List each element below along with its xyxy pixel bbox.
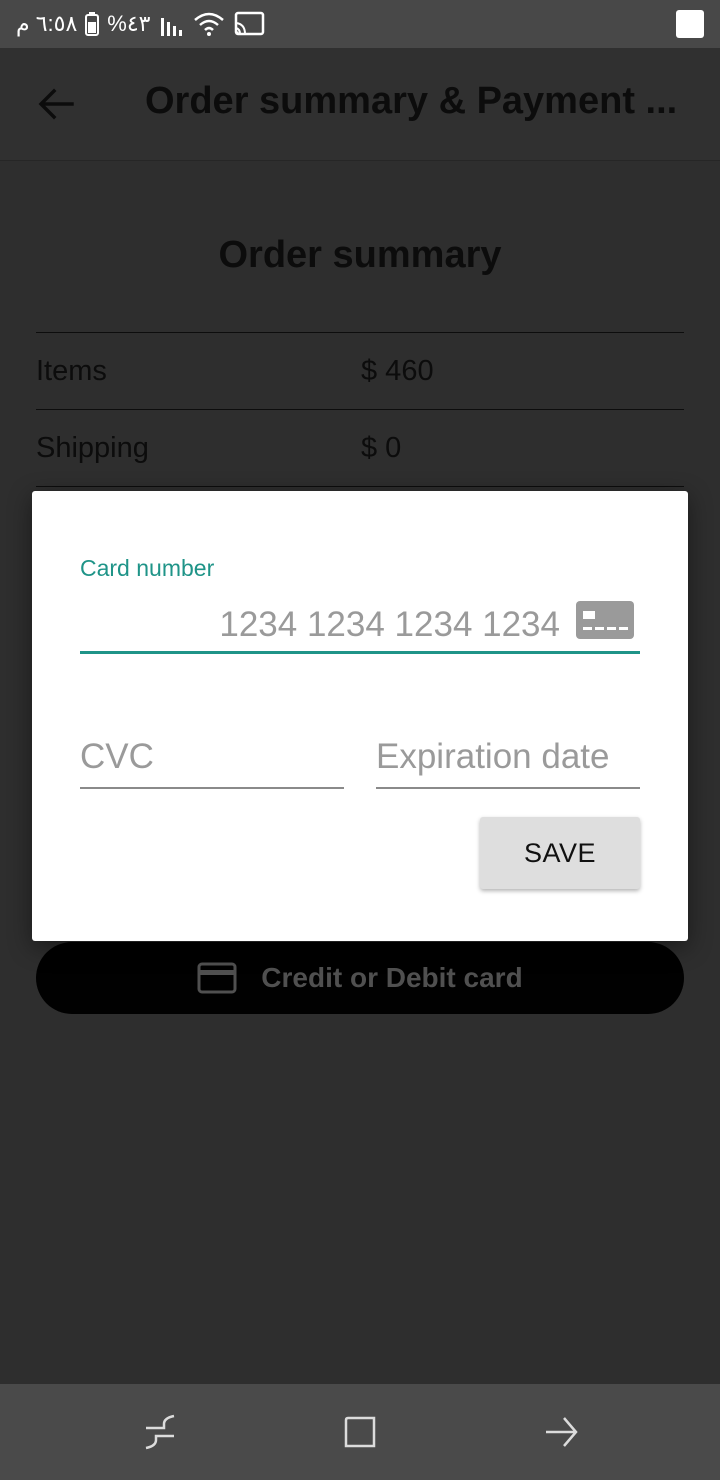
home-icon bbox=[344, 1416, 376, 1448]
recent-apps-icon bbox=[145, 1414, 175, 1450]
summary-row-items: Items $ 460 bbox=[36, 332, 684, 409]
card-number-input[interactable]: 1234 1234 1234 1234 bbox=[80, 595, 640, 654]
status-bar: ٦:٥٨ م %٤٣ bbox=[0, 0, 720, 48]
battery-icon bbox=[85, 12, 100, 36]
summary-row-shipping: Shipping $ 0 bbox=[36, 409, 684, 487]
card-entry-dialog: Card number 1234 1234 1234 1234 CVC Expi… bbox=[32, 491, 688, 941]
summary-row-value: $ 0 bbox=[361, 432, 402, 464]
save-button[interactable]: SAVE bbox=[480, 817, 640, 889]
summary-row-label: Shipping bbox=[36, 432, 149, 464]
battery-percent: %٤٣ bbox=[107, 11, 151, 36]
back-button[interactable] bbox=[28, 76, 84, 132]
expiration-date-input[interactable]: Expiration date bbox=[376, 729, 640, 789]
cvc-input[interactable]: CVC bbox=[80, 729, 344, 789]
credit-card-icon bbox=[197, 962, 237, 994]
home-button[interactable] bbox=[340, 1412, 380, 1452]
order-summary-table: Items $ 460 Shipping $ 0 bbox=[36, 332, 684, 487]
navigation-bar bbox=[0, 1384, 720, 1480]
summary-row-label: Items bbox=[36, 355, 107, 387]
back-nav-button[interactable] bbox=[542, 1412, 582, 1452]
card-brand-icon bbox=[576, 601, 634, 639]
notification-icon bbox=[676, 10, 704, 38]
credit-debit-card-button[interactable]: Credit or Debit card bbox=[36, 942, 684, 1014]
back-nav-icon bbox=[546, 1417, 578, 1447]
app-bar: Order summary & Payment ... bbox=[0, 48, 720, 161]
summary-row-value: $ 460 bbox=[361, 355, 434, 387]
recent-apps-button[interactable] bbox=[140, 1412, 180, 1452]
page-title: Order summary & Payment ... bbox=[145, 80, 678, 122]
arrow-back-icon bbox=[38, 88, 74, 120]
cast-icon bbox=[234, 11, 264, 36]
credit-debit-card-label: Credit or Debit card bbox=[261, 962, 523, 993]
status-icons: ٦:٥٨ م %٤٣ bbox=[16, 8, 265, 40]
order-summary-title: Order summary bbox=[218, 234, 502, 276]
card-number-placeholder: 1234 1234 1234 1234 bbox=[219, 605, 560, 644]
signal-icon bbox=[160, 18, 182, 36]
status-time: ٦:٥٨ م bbox=[16, 11, 78, 36]
expiration-date-placeholder: Expiration date bbox=[376, 737, 610, 776]
wifi-icon bbox=[193, 12, 224, 36]
card-number-label: Card number bbox=[80, 555, 215, 581]
cvc-placeholder: CVC bbox=[80, 737, 154, 776]
